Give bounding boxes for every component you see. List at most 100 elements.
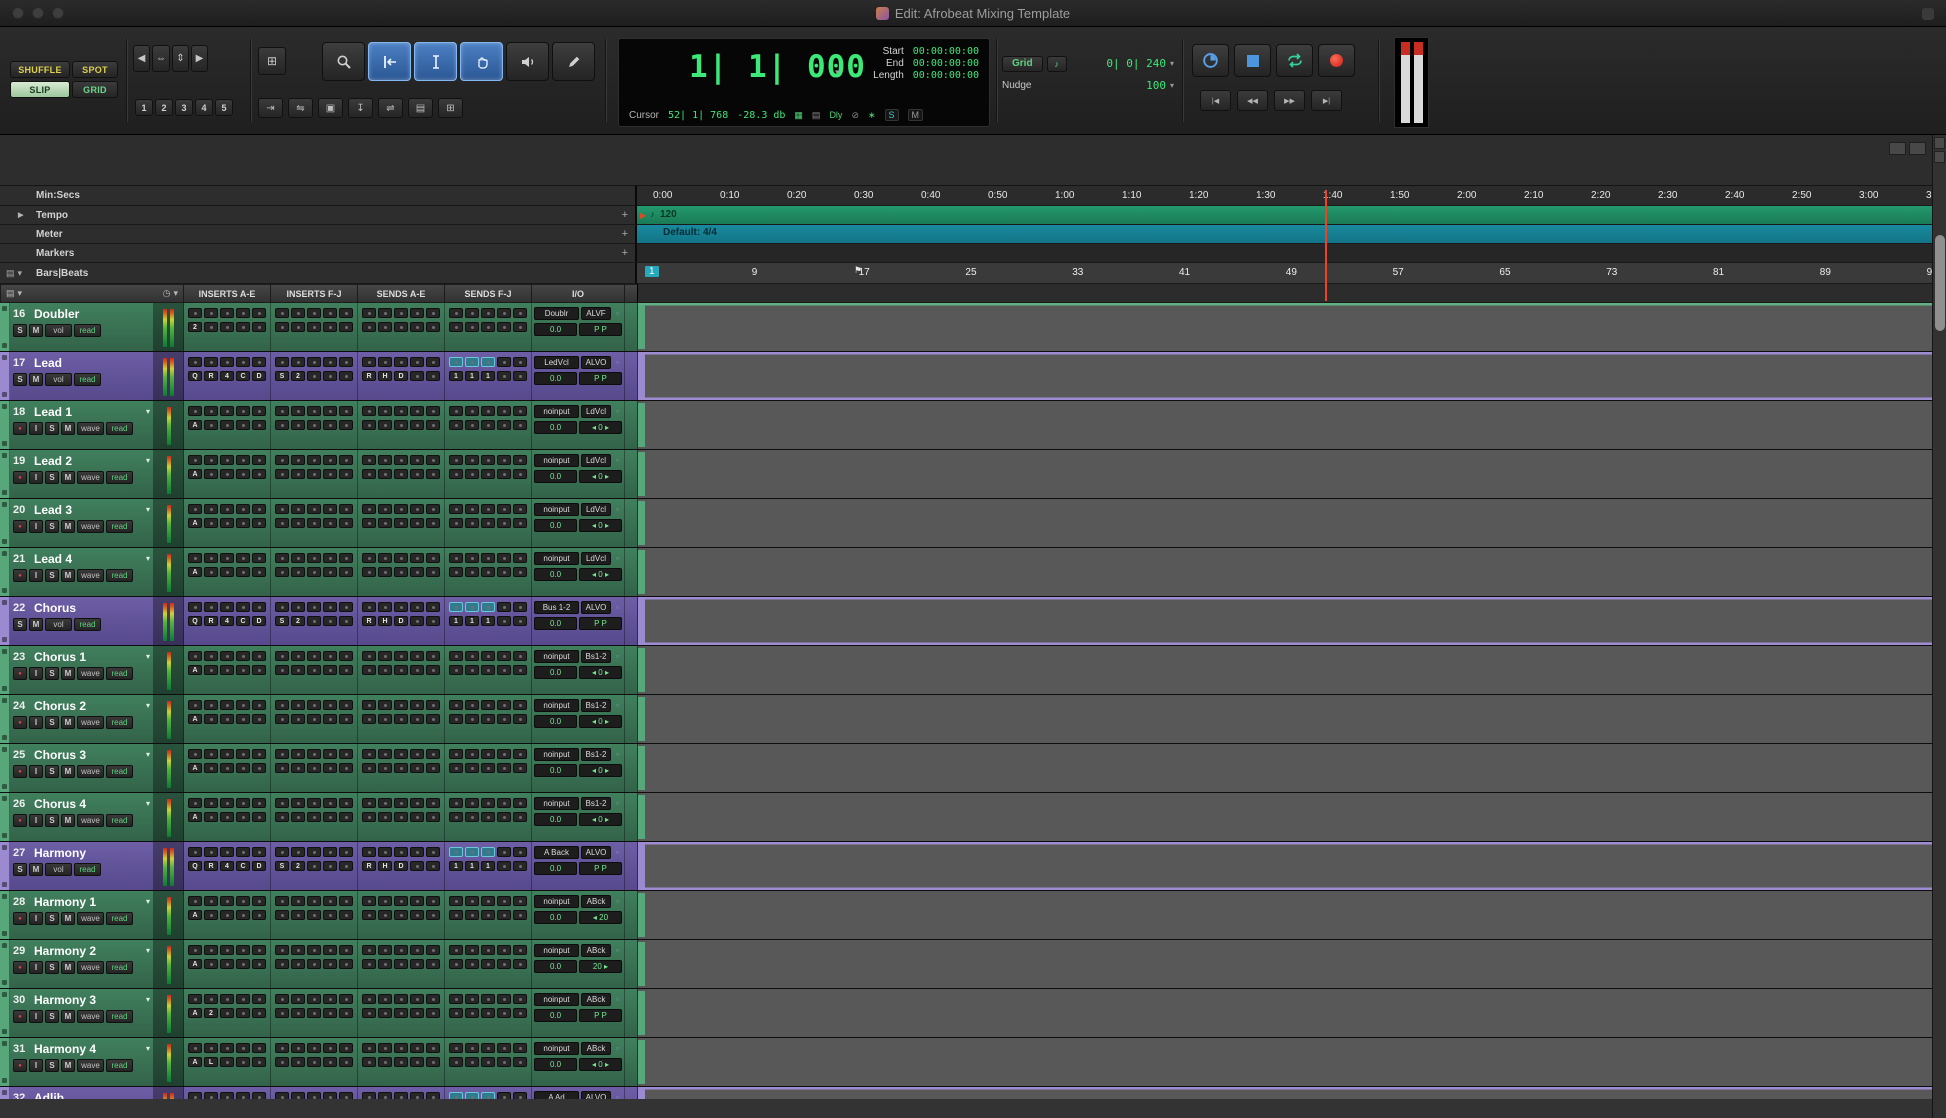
track-header-26[interactable]: 26Chorus 4▾●ISMwavereadAnoinputBs1-2○0.0… xyxy=(0,793,637,841)
automation-mode-button[interactable]: read xyxy=(106,814,133,827)
sends-f-j-slot[interactable] xyxy=(513,1043,527,1053)
grid-value[interactable]: 0| 0| 240 xyxy=(1106,57,1166,70)
sends-a-e-slot[interactable] xyxy=(394,1092,408,1099)
sends-a-e-slot[interactable]: R xyxy=(362,371,376,381)
sends-f-j-slot[interactable] xyxy=(513,455,527,465)
inserts-a-e-slot[interactable] xyxy=(252,665,266,675)
pan-display[interactable]: ◂ 0 ▸ xyxy=(579,421,622,434)
input-path-selector[interactable]: noinput xyxy=(534,552,579,565)
sends-f-j-slot[interactable] xyxy=(497,518,511,528)
inserts-a-e-slot[interactable] xyxy=(204,420,218,430)
tempo-value[interactable]: 120 xyxy=(660,209,677,220)
sends-a-e-slot[interactable] xyxy=(394,322,408,332)
input-monitor-button[interactable]: I xyxy=(29,422,43,435)
zoom-arrow-left-button[interactable]: ◀ xyxy=(133,45,150,72)
sends-f-j-slot[interactable] xyxy=(497,406,511,416)
sends-a-e-slot[interactable] xyxy=(362,322,376,332)
lane-color-tab[interactable] xyxy=(638,550,645,594)
inserts-a-e-slot[interactable]: 2 xyxy=(188,322,202,332)
solo-button[interactable]: S xyxy=(45,667,59,680)
sends-a-e-slot[interactable] xyxy=(378,602,392,612)
sends-a-e-slot[interactable]: D xyxy=(394,371,408,381)
solo-button[interactable]: S xyxy=(45,1059,59,1072)
inserts-f-j-slot[interactable] xyxy=(339,371,353,381)
inserts-a-e-slot[interactable]: C xyxy=(236,371,250,381)
record-enable-button[interactable]: ● xyxy=(13,520,27,533)
sends-f-j-slot[interactable] xyxy=(481,665,495,675)
inserts-a-e-slot[interactable] xyxy=(252,357,266,367)
track-name[interactable]: Harmony xyxy=(34,846,150,860)
sends-f-j-slot[interactable] xyxy=(497,616,511,626)
output-path-selector[interactable]: ABck xyxy=(581,895,611,908)
inserts-f-j-slot[interactable] xyxy=(339,308,353,318)
column-header-tracks[interactable]: ▤▾ ◷▾ xyxy=(0,284,184,303)
inserts-f-j-slot[interactable] xyxy=(323,1057,337,1067)
link-timeline-edit-button[interactable]: ⇋ xyxy=(288,98,313,118)
inserts-a-e-slot[interactable]: A xyxy=(188,469,202,479)
sends-f-j-slot[interactable] xyxy=(513,910,527,920)
tempo-ruler-label[interactable]: ▶ Tempo + xyxy=(0,206,637,225)
sends-a-e-slot[interactable] xyxy=(378,847,392,857)
sends-a-e-slot[interactable]: H xyxy=(378,861,392,871)
sends-a-e-slot[interactable] xyxy=(394,420,408,430)
output-path-selector[interactable]: LdVcl xyxy=(581,503,611,516)
inserts-a-e-slot[interactable]: A xyxy=(188,420,202,430)
inserts-a-e-slot[interactable] xyxy=(252,959,266,969)
inserts-a-e-slot[interactable] xyxy=(188,504,202,514)
sends-a-e-slot[interactable] xyxy=(362,945,376,955)
sends-f-j-slot[interactable] xyxy=(449,1043,463,1053)
automation-mode-button[interactable]: read xyxy=(106,422,133,435)
inserts-f-j-slot[interactable] xyxy=(291,567,305,577)
sends-f-j-slot[interactable] xyxy=(481,420,495,430)
inserts-a-e-slot[interactable] xyxy=(252,812,266,822)
inserts-a-e-slot[interactable] xyxy=(204,357,218,367)
sends-a-e-slot[interactable] xyxy=(362,812,376,822)
sends-f-j-slot[interactable] xyxy=(449,945,463,955)
solo-button[interactable]: S xyxy=(45,961,59,974)
inserts-f-j-slot[interactable] xyxy=(307,308,321,318)
inserts-a-e-slot[interactable]: L xyxy=(204,1057,218,1067)
inserts-f-j-slot[interactable] xyxy=(291,700,305,710)
inserts-f-j-slot[interactable] xyxy=(323,1092,337,1099)
inserts-a-e-slot[interactable] xyxy=(188,896,202,906)
vertical-scrollbar[interactable] xyxy=(1932,135,1946,1118)
inserts-f-j-slot[interactable] xyxy=(275,1043,289,1053)
track-lane-17[interactable] xyxy=(637,352,1946,400)
playback-cursor[interactable] xyxy=(1325,190,1327,301)
inserts-a-e-slot[interactable] xyxy=(220,602,234,612)
sends-f-j-slot[interactable] xyxy=(465,959,479,969)
sends-a-e-slot[interactable] xyxy=(362,406,376,416)
solo-button[interactable]: S xyxy=(45,765,59,778)
sends-a-e-slot[interactable] xyxy=(394,763,408,773)
scrollbar-thumb[interactable] xyxy=(1935,235,1945,331)
bars-ruler[interactable]: ⚑ 191725334149576573818997 xyxy=(637,263,1946,284)
sends-a-e-slot[interactable] xyxy=(426,1043,440,1053)
output-path-selector[interactable]: Bs1-2 xyxy=(581,650,611,663)
inserts-a-e-slot[interactable] xyxy=(252,945,266,955)
sends-f-j-slot[interactable] xyxy=(497,322,511,332)
inserts-a-e-slot[interactable] xyxy=(236,1092,250,1099)
sends-a-e-slot[interactable] xyxy=(378,518,392,528)
pan-display[interactable]: P P xyxy=(579,862,622,875)
track-color-strip[interactable] xyxy=(0,793,10,841)
input-path-selector[interactable]: noinput xyxy=(534,895,579,908)
mute-button[interactable]: M xyxy=(61,569,75,582)
inserts-f-j-slot[interactable] xyxy=(323,371,337,381)
sends-f-j-slot[interactable] xyxy=(513,847,527,857)
zoom-preset-1-button[interactable]: 1 xyxy=(135,99,153,116)
sends-a-e-slot[interactable] xyxy=(426,847,440,857)
sends-f-j-slot[interactable] xyxy=(513,616,527,626)
sends-f-j-slot[interactable] xyxy=(481,504,495,514)
sends-a-e-slot[interactable] xyxy=(394,798,408,808)
track-header-18[interactable]: 18Lead 1▾●ISMwavereadAnoinputLdVcl○0.0◂ … xyxy=(0,401,637,449)
inserts-a-e-slot[interactable] xyxy=(220,665,234,675)
inserts-a-e-slot[interactable] xyxy=(236,455,250,465)
sends-f-j-slot[interactable] xyxy=(465,896,479,906)
inserts-a-e-slot[interactable] xyxy=(188,455,202,465)
sends-a-e-slot[interactable] xyxy=(362,455,376,465)
sends-a-e-slot[interactable] xyxy=(378,553,392,563)
inserts-a-e-slot[interactable] xyxy=(236,896,250,906)
sends-f-j-slot[interactable] xyxy=(513,959,527,969)
inserts-a-e-slot[interactable] xyxy=(236,567,250,577)
automation-mode-button[interactable]: read xyxy=(106,1059,133,1072)
